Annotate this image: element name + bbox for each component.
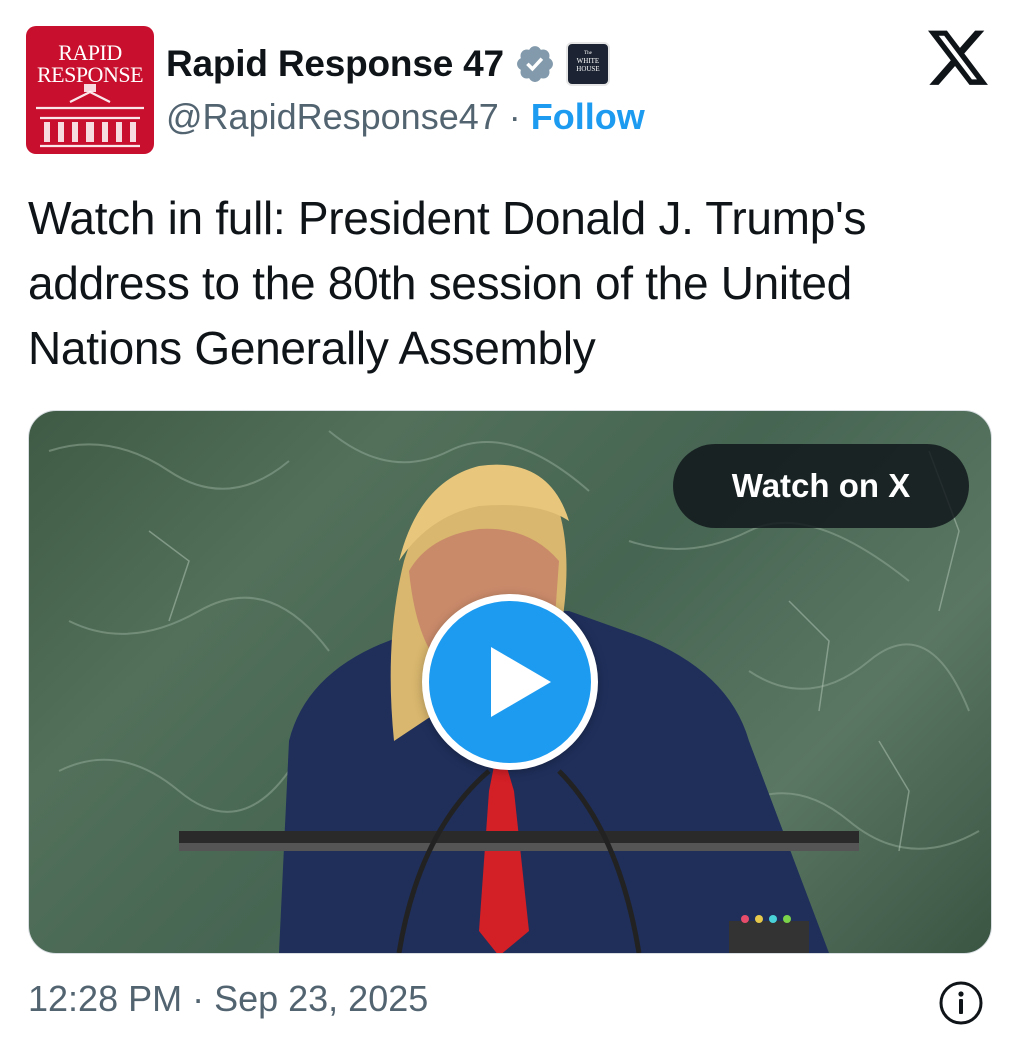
play-icon [491, 647, 551, 717]
display-name[interactable]: Rapid Response 47 [166, 43, 504, 85]
affiliation-text-2: WHITE [576, 57, 600, 65]
handle-row: @RapidResponse47 · Follow [166, 96, 645, 138]
follow-button[interactable]: Follow [531, 96, 645, 138]
white-house-affiliation-badge[interactable]: The WHITE HOUSE [565, 42, 610, 86]
tweet-text: Watch in full: President Donald J. Trump… [28, 192, 867, 374]
tweet-timestamp[interactable]: 12:28 PM · Sep 23, 2025 [28, 978, 428, 1020]
handle[interactable]: @RapidResponse47 [166, 96, 499, 138]
affiliation-text-3: HOUSE [576, 65, 600, 73]
watch-on-x-button[interactable]: Watch on X [673, 444, 969, 528]
info-icon[interactable] [938, 980, 984, 1026]
separator-dot: · [508, 96, 521, 137]
name-row: Rapid Response 47 The WHITE HOUSE [166, 38, 610, 90]
verified-badge-icon[interactable] [514, 43, 556, 85]
tweet-header: RAPID RESPONSE Rapid Response 47 The WHI… [0, 0, 1024, 170]
play-button[interactable] [422, 594, 598, 770]
x-logo-icon[interactable] [928, 30, 990, 88]
white-house-icon [36, 84, 144, 148]
avatar[interactable]: RAPID RESPONSE [26, 26, 154, 154]
video-player[interactable]: Watch on X [28, 410, 992, 954]
